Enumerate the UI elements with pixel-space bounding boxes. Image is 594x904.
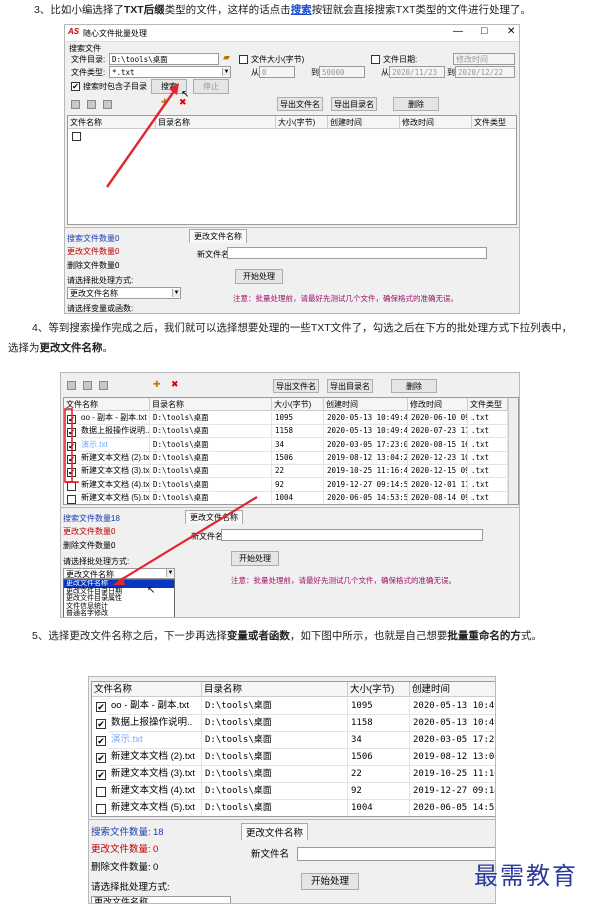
file-grid-3[interactable]: 文件名称 目录名称 大小(字节) 创建时间 ✔ oo - 副本 - 副本.txt D… — [91, 681, 495, 817]
app-window-2: ✚ ✖ 导出文件名 导出目录名 删除 文件名称 目录名称 大小(字节) 创建时间… — [60, 372, 520, 618]
cell-dir: D:\tools\桌面 — [202, 783, 348, 800]
cell-dir: D:\tools\桌面 — [202, 766, 348, 783]
p1-text3: 按钮就会直接搜索TXT类型的文件进行处理了。 — [311, 4, 532, 16]
new-name-input[interactable] — [297, 847, 495, 861]
cell-name: 数据上报操作说明.. — [108, 715, 202, 732]
row-checkbox[interactable]: ✔ — [96, 702, 106, 712]
cell-size: 1095 — [348, 698, 410, 715]
p1-bold: TXT后缀 — [123, 4, 165, 16]
app-window-1: AS 随心文件批量处理 — □ ✕ 搜索文件 文件目录: D:\tools\桌面… — [64, 24, 520, 314]
cell-size: 92 — [348, 783, 410, 800]
cell-size: 1158 — [348, 715, 410, 732]
col-header-ctime[interactable]: 创建时间 — [410, 682, 495, 697]
splitter — [89, 819, 495, 820]
cell-size: 1506 — [348, 749, 410, 766]
row-checkbox[interactable] — [96, 804, 106, 814]
cell-ctime: 2019-08-12 13:04:25 — [410, 749, 495, 766]
cell-ctime: 2019-12-27 09:14:50 — [410, 783, 495, 800]
p2-bold: 更改文件名称 — [39, 342, 103, 354]
start-button[interactable]: 开始处理 — [301, 873, 359, 890]
col-header-dir[interactable]: 目录名称 — [202, 682, 348, 697]
cell-dir: D:\tools\桌面 — [202, 715, 348, 732]
cell-dir: D:\tools\桌面 — [202, 800, 348, 816]
col-header-name[interactable]: 文件名称 — [92, 682, 202, 697]
p1-text2: 类型的文件，这样的话点击 — [164, 4, 291, 16]
p3-bold: 变量或者函数 — [226, 630, 290, 642]
p3-text3: 式。 — [520, 630, 542, 642]
p1-text: 3、比如小编选择了 — [34, 4, 124, 16]
cell-ctime: 2019-10-25 11:16:48 — [410, 766, 495, 783]
step3-paragraph: 3、比如小编选择了TXT后缀类型的文件，这样的话点击搜索按钮就会直接搜索TXT类… — [34, 0, 594, 20]
row-checkbox[interactable] — [96, 787, 106, 797]
p3-bold2: 批量重命名的方 — [447, 630, 521, 642]
cell-ctime: 2020-06-05 14:53:54 — [410, 800, 495, 816]
step5-paragraph: 5、选择更改文件名称之后，下一步再选择变量或者函数，如下图中所示，也就是自己想要… — [8, 626, 580, 646]
arrow-annotation — [106, 83, 179, 188]
col-header-size[interactable]: 大小(字节) — [348, 682, 410, 697]
new-name-label: 新文件名 — [251, 849, 290, 860]
cell-size: 34 — [348, 732, 410, 749]
row-checkbox[interactable]: ✔ — [96, 770, 106, 780]
p3-text2: ，如下图中所示，也就是自己想要 — [289, 630, 448, 642]
deleted-count-label: 删除文件数量: — [91, 862, 151, 873]
p3-text: 5、选择更改文件名称之后，下一步再选择 — [32, 630, 227, 642]
cell-name: oo - 副本 - 副本.txt — [108, 698, 202, 715]
method-label: 请选择批处理方式: — [91, 882, 170, 893]
row-checkbox[interactable]: ✔ — [96, 719, 106, 729]
cell-ctime: 2020-03-05 17:23:05 — [410, 732, 495, 749]
cell-name: 演示.txt — [108, 732, 202, 749]
changed-count-value: 0 — [153, 844, 159, 855]
cell-name: 新建文本文档 (2).txt — [108, 749, 202, 766]
deleted-count-value: 0 — [153, 862, 159, 873]
cell-name: 新建文本文档 (4).txt — [108, 783, 202, 800]
watermark: 最需教育 — [474, 862, 578, 890]
cell-size: 22 — [348, 766, 410, 783]
row-checkbox[interactable]: ✔ — [96, 753, 106, 763]
row-checkbox[interactable]: ✔ — [96, 736, 106, 746]
cell-dir: D:\tools\桌面 — [202, 698, 348, 715]
search-count-value: 18 — [153, 827, 164, 838]
p2-text2: 。 — [102, 342, 114, 354]
cell-ctime: 2020-05-13 10:49:41 — [410, 715, 495, 732]
cell-dir: D:\tools\桌面 — [202, 749, 348, 766]
search-count-label: 搜索文件数量: — [91, 827, 151, 838]
method-select[interactable]: 更改文件名称 — [91, 896, 231, 903]
step4-paragraph: 4、等到搜索操作完成之后，我们就可以选择想要处理的一些TXT文件了，勾选之后在下… — [8, 318, 580, 358]
cell-ctime: 2020-05-13 10:49:44 — [410, 698, 495, 715]
cell-size: 1004 — [348, 800, 410, 816]
arrow-annotation — [64, 408, 258, 585]
search-link[interactable]: 搜索 — [291, 4, 312, 16]
app-window-3: 文件名称 目录名称 大小(字节) 创建时间 ✔ oo - 副本 - 副本.txt D… — [88, 676, 496, 904]
changed-count-label: 更改文件数量: — [91, 844, 151, 855]
cell-name: 新建文本文档 (5).txt — [108, 800, 202, 816]
tab-rename[interactable]: 更改文件名称 — [241, 823, 309, 840]
cell-name: 新建文本文档 (3).txt — [108, 766, 202, 783]
cell-dir: D:\tools\桌面 — [202, 732, 348, 749]
